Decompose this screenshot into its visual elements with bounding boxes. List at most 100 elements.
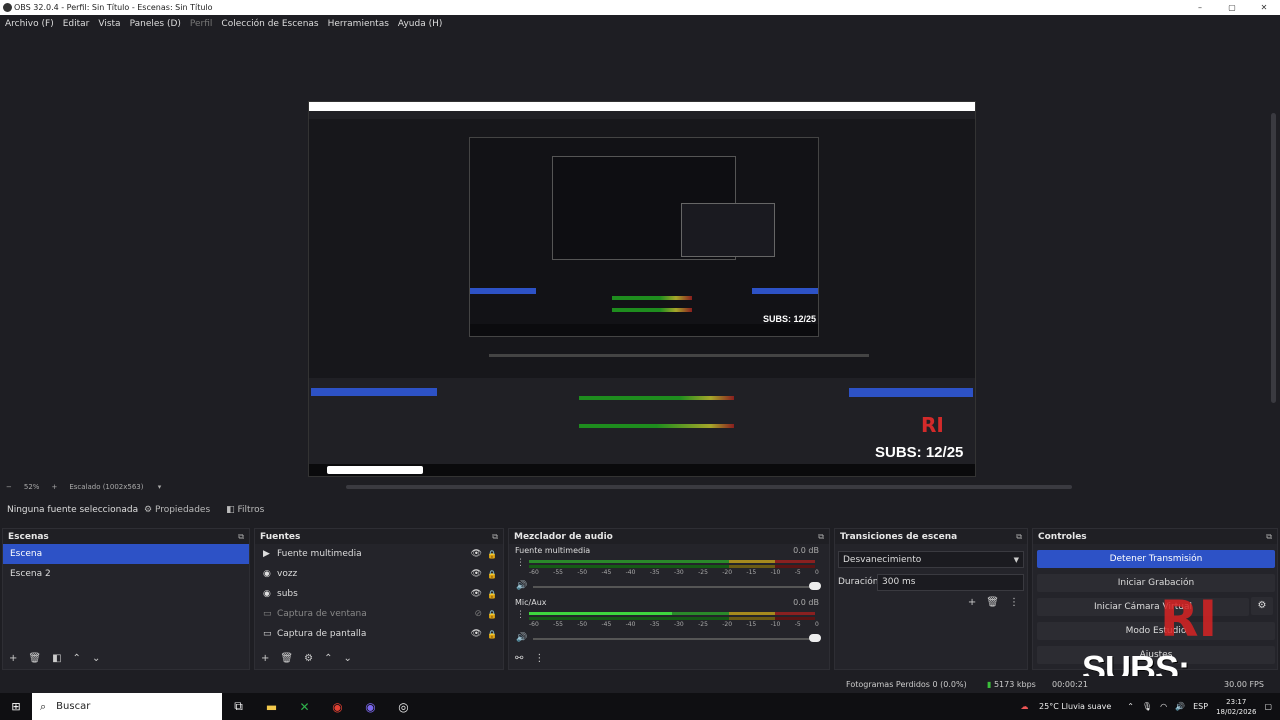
volume-slider-knob[interactable] [809, 582, 821, 590]
menu-perfil[interactable]: Perfil [190, 19, 213, 29]
lock-icon[interactable]: 🔒 [487, 550, 497, 559]
menu-ayuda[interactable]: Ayuda (H) [398, 19, 442, 29]
trash-icon[interactable]: 🗑 [986, 597, 999, 608]
volume-slider[interactable] [533, 586, 813, 588]
folder-icon[interactable]: ▬ [255, 700, 288, 714]
add-icon[interactable]: + [261, 653, 269, 664]
preview-hscroll[interactable] [346, 485, 1072, 489]
excel-icon[interactable]: ✕ [288, 700, 321, 714]
chrome-icon[interactable]: ◉ [321, 700, 354, 714]
undock-icon[interactable]: ⧉ [1266, 532, 1272, 542]
source-item[interactable]: ▶ Fuente multimedia 👁 🔒 [255, 544, 503, 564]
lock-icon[interactable]: 🔒 [487, 570, 497, 579]
menu-herramientas[interactable]: Herramientas [328, 19, 389, 29]
properties-button[interactable]: ⚙ Propiedades [144, 505, 210, 515]
mixer-track: Fuente multimedia 0.0 dB ⋮ -60 -55 -50 -45-… [509, 544, 829, 596]
maximize-icon[interactable]: ▢ [1216, 0, 1248, 15]
discord-icon[interactable]: ◉ [354, 700, 387, 714]
weather[interactable]: ☁ 25°C Lluvia suave [1020, 702, 1119, 711]
scene-item[interactable]: Escena 2 [3, 564, 249, 584]
move-up-icon[interactable]: ⌃ [73, 653, 81, 664]
trash-icon[interactable]: 🗑 [28, 653, 41, 664]
task-view-icon[interactable]: ⧉ [222, 699, 255, 714]
eye-icon[interactable]: 👁 [471, 549, 482, 559]
menu-archivo[interactable]: Archivo (F) [5, 19, 54, 29]
source-item[interactable]: ◉ vozz 👁 🔒 [255, 564, 503, 584]
source-item[interactable]: ▭ Captura de ventana ⊘ 🔒 [255, 604, 503, 624]
undock-icon[interactable]: ⧉ [492, 532, 498, 542]
source-item[interactable]: ▭ Captura de pantalla 👁 🔒 [255, 624, 503, 644]
move-down-icon[interactable]: ⌄ [92, 653, 100, 664]
obs-logo-icon [3, 3, 12, 12]
menu-paneles[interactable]: Paneles (D) [130, 19, 181, 29]
duration-input[interactable]: 300 ms [877, 574, 1024, 591]
zoom-in-icon[interactable]: + [51, 483, 57, 491]
add-icon[interactable]: + [968, 597, 976, 608]
taskbar-search[interactable]: ⌕ Buscar [32, 693, 222, 720]
start-recording-button[interactable]: Iniciar Grabación [1037, 574, 1275, 592]
wifi-icon[interactable]: ◠ [1160, 702, 1167, 711]
link-icon[interactable]: ⚯ [515, 653, 523, 664]
undock-icon[interactable]: ⧉ [818, 532, 824, 542]
windows-start-icon[interactable]: ⊞ [0, 700, 32, 713]
notifications-icon[interactable]: ▢ [1264, 702, 1272, 711]
scenes-title: Escenas [8, 531, 49, 542]
chevron-down-icon: ▼ [1013, 555, 1019, 564]
undock-icon[interactable]: ⧉ [1016, 532, 1022, 542]
track-menu-icon[interactable]: ⋮ [516, 558, 525, 568]
volume-slider[interactable] [533, 638, 813, 640]
scale-dropdown[interactable]: Escalado (1002x563) ▾ [69, 483, 161, 491]
transition-select[interactable]: Desvanecimiento ▼ [838, 551, 1024, 568]
more-icon[interactable]: ⋮ [534, 653, 544, 664]
tray-chevron-icon[interactable]: ⌃ [1127, 702, 1134, 711]
nested-meter [612, 308, 692, 312]
add-icon[interactable]: + [9, 653, 17, 664]
preview-vscroll[interactable] [1268, 33, 1280, 479]
scale-tick: -50 [577, 621, 588, 628]
speaker-icon[interactable]: 🔊 [516, 581, 527, 591]
move-up-icon[interactable]: ⌃ [324, 653, 332, 664]
menu-vista[interactable]: Vista [98, 19, 120, 29]
menu-coleccion[interactable]: Colección de Escenas [221, 19, 318, 29]
stop-stream-button[interactable]: Detener Transmisión [1037, 550, 1275, 568]
filter-icon[interactable]: ◧ [52, 653, 61, 664]
eye-icon[interactable]: 👁 [471, 589, 482, 599]
gear-icon[interactable]: ⚙ [304, 653, 313, 664]
scale-tick: -20 [722, 621, 733, 628]
red-logo-overlay: RI [1160, 590, 1218, 648]
filters-label: Filtros [237, 505, 265, 515]
virtual-camera-button[interactable]: Iniciar Cámara Virtual [1037, 598, 1249, 616]
lock-icon[interactable]: 🔒 [487, 630, 497, 639]
lock-icon[interactable]: 🔒 [487, 590, 497, 599]
eye-icon[interactable]: 👁 [471, 629, 482, 639]
eye-hidden-icon[interactable]: ⊘ [474, 609, 482, 619]
volume-slider-knob[interactable] [809, 634, 821, 642]
undock-icon[interactable]: ⧉ [238, 532, 244, 542]
minimize-icon[interactable]: – [1184, 0, 1216, 15]
gear-icon[interactable]: ⚙ [1251, 597, 1273, 615]
obs-icon[interactable]: ◎ [387, 700, 420, 714]
eye-icon[interactable]: 👁 [471, 569, 482, 579]
move-down-icon[interactable]: ⌄ [343, 653, 351, 664]
menu-editar[interactable]: Editar [63, 19, 90, 29]
scene-item[interactable]: Escena [3, 544, 249, 564]
mic-icon[interactable]: 🎙 [1142, 702, 1152, 711]
track-menu-icon[interactable]: ⋮ [516, 610, 525, 620]
zoom-out-icon[interactable]: − [6, 483, 12, 491]
speaker-icon[interactable]: 🔊 [516, 633, 527, 643]
trash-icon[interactable]: 🗑 [280, 653, 293, 664]
studio-mode-button[interactable]: Modo Estudio [1037, 622, 1275, 640]
preview-canvas[interactable]: SUBS: 12/25 RI SUBS: 12/25 [0, 33, 1268, 479]
nested-meter [612, 296, 692, 300]
language[interactable]: ESP [1193, 702, 1208, 711]
source-item[interactable]: ◉ subs 👁 🔒 [255, 584, 503, 604]
title-bar: OBS 32.0.4 - Perfil: Sin Título - Escena… [0, 0, 1280, 15]
close-icon[interactable]: ✕ [1248, 0, 1280, 15]
more-icon[interactable]: ⋮ [1009, 597, 1019, 608]
mixer-track: Mic/Aux 0.0 dB ⋮ -60 -55 -50 -45 -40 -35 -30 -2… [509, 596, 829, 648]
lock-icon[interactable]: 🔒 [487, 610, 497, 619]
filters-button[interactable]: ◧ Filtros [226, 505, 264, 515]
vscroll-thumb[interactable] [1271, 113, 1276, 403]
clock[interactable]: 23:17 18/02/2026 [1216, 697, 1256, 717]
speaker-icon[interactable]: 🔊 [1175, 702, 1185, 711]
